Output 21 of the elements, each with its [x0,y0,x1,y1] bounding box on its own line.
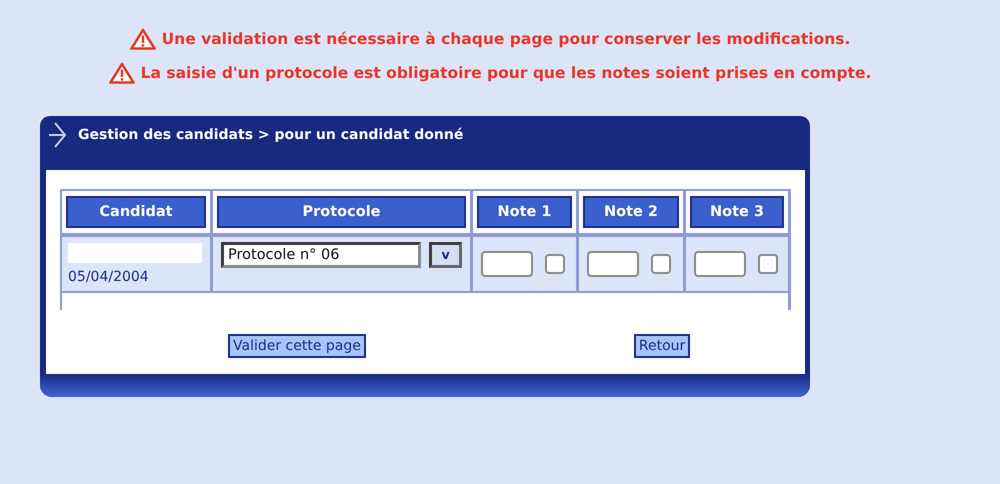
checkbox[interactable] [545,254,565,274]
column-header: Note 1 [477,196,572,228]
column-header: Protocole [217,196,466,228]
note-field[interactable] [694,251,746,277]
panel-title: Gestion des candidats > pour un candidat donné [78,127,464,143]
column-header: Note 3 [690,196,784,228]
picker-button[interactable]: v [429,242,462,268]
warning-text: La saisie d'un protocole est obligatoire pour que les notes soient prises en compte. [140,64,872,82]
note-field[interactable] [481,251,533,277]
action-button[interactable]: Retour [634,334,690,358]
warning-icon [108,62,135,84]
checkbox[interactable] [651,254,671,274]
date-text: 05/04/2004 [68,269,150,285]
protocol-field[interactable]: Protocole n° 06 [221,242,422,268]
checkbox[interactable] [758,254,778,274]
warning-icon [130,28,156,50]
warning-text: Une validation est nécessaire à chaque page pour conserver les modifications. [162,30,850,48]
note-field[interactable] [587,251,639,277]
column-header: Candidat [66,196,206,228]
action-button[interactable]: Valider cette page [228,334,366,358]
column-header: Note 2 [583,196,679,228]
